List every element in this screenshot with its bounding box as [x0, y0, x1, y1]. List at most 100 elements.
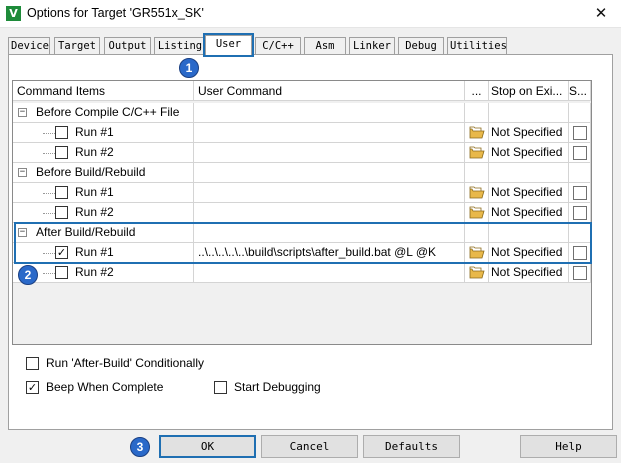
run-checkbox[interactable]	[55, 126, 68, 139]
s-checkbox[interactable]	[573, 126, 587, 140]
folder-open-icon[interactable]	[469, 146, 485, 159]
app-icon: V	[6, 6, 21, 21]
step-badge-1: 1	[179, 58, 199, 78]
run-label: Run #2	[75, 205, 114, 219]
header-stop-on-exit[interactable]: Stop on Exi...	[489, 81, 569, 101]
tab-target[interactable]: Target	[54, 37, 100, 54]
folder-open-icon[interactable]	[469, 246, 485, 259]
run-checkbox[interactable]	[55, 266, 68, 279]
start-debugging-option[interactable]: Start Debugging	[214, 380, 354, 396]
collapse-icon[interactable]: −	[18, 228, 27, 237]
empty-cell	[489, 103, 569, 123]
tab-utilities[interactable]: Utilities	[447, 37, 507, 54]
start-debugging-checkbox[interactable]	[214, 381, 227, 394]
tab-user[interactable]: User	[203, 33, 254, 57]
cancel-button[interactable]: Cancel	[261, 435, 358, 458]
beep-when-complete-option[interactable]: ✓ Beep When Complete	[26, 380, 206, 396]
run-checkbox[interactable]	[55, 206, 68, 219]
run-after-build-checkbox[interactable]	[26, 357, 39, 370]
empty-cell	[465, 103, 489, 123]
tab-c-cpp[interactable]: C/C++	[255, 37, 301, 54]
stop-on-exit-cell[interactable]: Not Specified	[489, 143, 569, 163]
header-command-items[interactable]: Command Items	[13, 81, 194, 101]
folder-open-icon[interactable]	[469, 186, 485, 199]
group-cell: − Before Build/Rebuild	[13, 163, 194, 183]
browse-cell	[465, 143, 489, 163]
collapse-icon[interactable]: −	[18, 168, 27, 177]
group-row-after-build: − After Build/Rebuild	[13, 223, 591, 243]
browse-cell	[465, 183, 489, 203]
tab-debug[interactable]: Debug	[398, 37, 444, 54]
empty-cell	[489, 163, 569, 183]
run-checkbox-checked[interactable]: ✓	[55, 246, 68, 259]
empty-cell	[465, 163, 489, 183]
window-title: Options for Target 'GR551x_SK'	[27, 6, 204, 20]
group-label: Before Compile C/C++ File	[36, 105, 180, 119]
ok-button[interactable]: OK	[159, 435, 256, 458]
tab-output[interactable]: Output	[104, 37, 151, 54]
s-cell	[569, 183, 591, 203]
stop-on-exit-cell[interactable]: Not Specified	[489, 203, 569, 223]
run-label: Run #2	[75, 145, 114, 159]
beep-when-complete-label: Beep When Complete	[46, 380, 164, 394]
defaults-button[interactable]: Defaults	[363, 435, 460, 458]
run-label: Run #1	[75, 245, 114, 259]
command-item-cell: Run #2	[13, 143, 194, 163]
table-row: Run #1 Not Specified	[13, 183, 591, 203]
run-checkbox[interactable]	[55, 186, 68, 199]
s-cell	[569, 243, 591, 263]
folder-open-icon[interactable]	[469, 206, 485, 219]
s-checkbox[interactable]	[573, 146, 587, 160]
table-row: Run #2 Not Specified	[13, 143, 591, 163]
user-command-input[interactable]	[194, 143, 465, 163]
collapse-icon[interactable]: −	[18, 108, 27, 117]
run-checkbox[interactable]	[55, 146, 68, 159]
tab-linker[interactable]: Linker	[349, 37, 395, 54]
run-label: Run #2	[75, 265, 114, 279]
stop-on-exit-cell[interactable]: Not Specified	[489, 183, 569, 203]
step-badge-2: 2	[18, 265, 38, 285]
title-bar: V Options for Target 'GR551x_SK' ✕	[0, 0, 621, 28]
tab-device[interactable]: Device	[8, 37, 50, 54]
empty-cell	[194, 223, 465, 243]
stop-on-exit-cell[interactable]: Not Specified	[489, 243, 569, 263]
table-row: Run #1 Not Specified	[13, 123, 591, 143]
table-header: Command Items User Command ... Stop on E…	[13, 81, 591, 101]
user-command-input[interactable]	[194, 263, 465, 283]
s-checkbox[interactable]	[573, 206, 587, 220]
header-user-command[interactable]: User Command	[194, 81, 465, 101]
help-button[interactable]: Help	[520, 435, 617, 458]
command-item-cell: Run #1	[13, 123, 194, 143]
tab-asm[interactable]: Asm	[304, 37, 346, 54]
s-checkbox[interactable]	[573, 266, 587, 280]
beep-when-complete-checkbox[interactable]: ✓	[26, 381, 39, 394]
user-command-input[interactable]: ..\..\..\..\..\build\scripts\after_build…	[194, 243, 465, 263]
run-after-build-option[interactable]: Run 'After-Build' Conditionally	[26, 356, 326, 372]
header-s[interactable]: S...	[569, 81, 591, 101]
empty-cell	[194, 163, 465, 183]
tab-listing[interactable]: Listing	[154, 37, 206, 54]
s-cell	[569, 123, 591, 143]
s-cell	[569, 143, 591, 163]
s-checkbox[interactable]	[573, 186, 587, 200]
browse-cell	[465, 123, 489, 143]
folder-open-icon[interactable]	[469, 126, 485, 139]
command-item-cell: Run #1	[13, 183, 194, 203]
browse-cell	[465, 243, 489, 263]
header-browse[interactable]: ...	[465, 81, 489, 101]
user-command-input[interactable]	[194, 203, 465, 223]
command-item-cell: ✓ Run #1	[13, 243, 194, 263]
stop-on-exit-cell[interactable]: Not Specified	[489, 123, 569, 143]
user-command-input[interactable]	[194, 183, 465, 203]
empty-cell	[489, 223, 569, 243]
group-label: Before Build/Rebuild	[36, 165, 146, 179]
close-icon[interactable]: ✕	[591, 3, 611, 23]
s-checkbox[interactable]	[573, 246, 587, 260]
group-row-before-compile: − Before Compile C/C++ File	[13, 103, 591, 123]
empty-cell	[569, 223, 591, 243]
folder-open-icon[interactable]	[469, 266, 485, 279]
empty-cell	[569, 103, 591, 123]
stop-on-exit-cell[interactable]: Not Specified	[489, 263, 569, 283]
empty-cell	[569, 163, 591, 183]
user-command-input[interactable]	[194, 123, 465, 143]
